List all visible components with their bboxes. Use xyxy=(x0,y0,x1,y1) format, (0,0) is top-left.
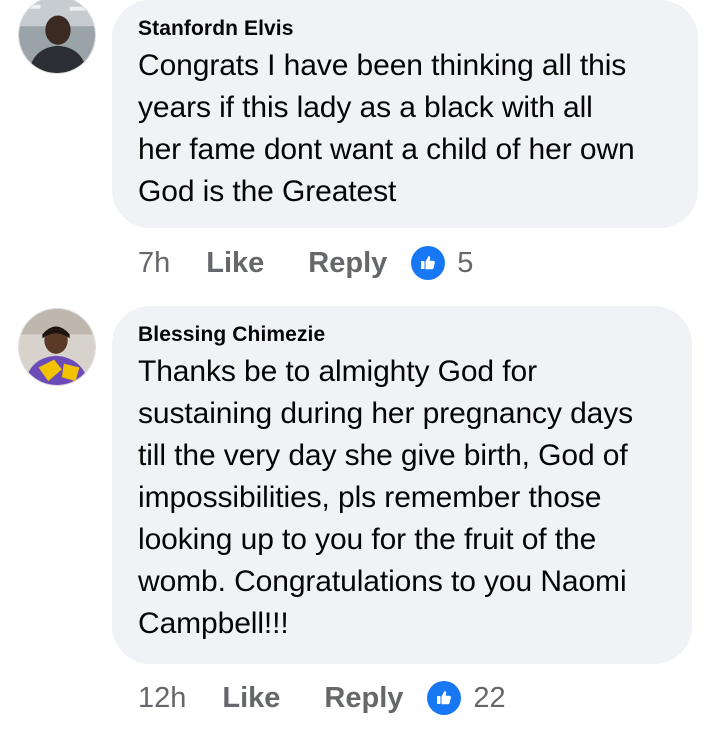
comment-text: Thanks be to almighty God for sustaining… xyxy=(138,355,634,640)
comment-actions: 7h Like Reply 5 xyxy=(138,243,473,283)
avatar-photo-icon xyxy=(19,309,95,385)
like-reaction-icon[interactable] xyxy=(411,246,446,280)
comment-timestamp[interactable]: 12h xyxy=(138,682,186,715)
comment-author[interactable]: Blessing Chimezie xyxy=(138,322,670,348)
comment-bubble: Stanfordn Elvis Congrats I have been thi… xyxy=(112,0,698,228)
thumbs-up-icon xyxy=(437,691,452,705)
comment-timestamp[interactable]: 7h xyxy=(138,247,170,280)
reply-button[interactable]: Reply xyxy=(308,247,387,280)
comment-author[interactable]: Stanfordn Elvis xyxy=(138,16,676,42)
comment-item: Blessing Chimezie Thanks be to almighty … xyxy=(0,306,720,737)
comment-text: Congrats I have been thinking all this y… xyxy=(138,49,635,208)
avatar[interactable] xyxy=(18,308,96,386)
avatar-photo-icon xyxy=(19,0,95,73)
reaction-count[interactable]: 22 xyxy=(473,682,505,715)
comment-actions: 12h Like Reply 22 xyxy=(138,678,506,718)
avatar[interactable] xyxy=(18,0,96,74)
thumbs-up-icon xyxy=(421,256,436,270)
reply-button[interactable]: Reply xyxy=(324,682,403,715)
reaction-count[interactable]: 5 xyxy=(457,247,473,280)
like-button[interactable]: Like xyxy=(206,247,264,280)
like-button[interactable]: Like xyxy=(222,682,280,715)
like-reaction-icon[interactable] xyxy=(427,681,462,715)
comment-item: Stanfordn Elvis Congrats I have been thi… xyxy=(0,0,720,290)
comment-bubble: Blessing Chimezie Thanks be to almighty … xyxy=(112,306,692,664)
